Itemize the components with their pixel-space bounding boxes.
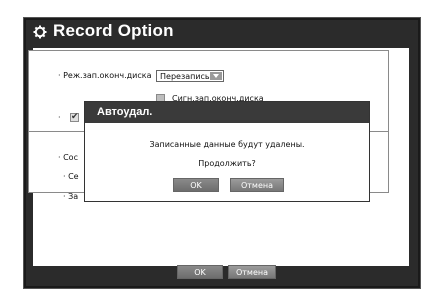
title-bar: Record Option: [24, 18, 420, 46]
disk-end-mode-select[interactable]: Перезапись: [156, 70, 224, 82]
dialog-cancel-button[interactable]: Отмена: [230, 178, 284, 192]
gear-icon: [33, 25, 47, 39]
setting-bullet-label: ·: [58, 113, 61, 122]
window-title: Record Option: [53, 21, 174, 40]
dialog-title: Автоудал.: [97, 106, 153, 118]
dialog-ok-button[interactable]: OK: [173, 178, 219, 192]
auto-delete-dialog: Автоудал. Записанные данные будут удален…: [84, 101, 370, 202]
setting-label-za: · За: [63, 192, 79, 201]
disk-end-mode-label: · Реж.зап.оконч.диска: [58, 71, 152, 80]
disk-end-mode-value: Перезапись: [160, 72, 210, 81]
setting-label-se: · Се: [63, 172, 79, 181]
dialog-question: Продолжить?: [198, 159, 256, 168]
footer-ok-button[interactable]: OK: [177, 265, 223, 279]
status-label: · Сос: [58, 153, 78, 162]
chevron-down-icon: [210, 72, 222, 80]
footer-cancel-button[interactable]: Отмена: [228, 265, 276, 279]
auto-delete-checkbox[interactable]: [70, 111, 79, 122]
dialog-title-bar: Автоудал.: [85, 102, 369, 123]
dialog-message: Записанные данные будут удалены.: [149, 140, 305, 149]
